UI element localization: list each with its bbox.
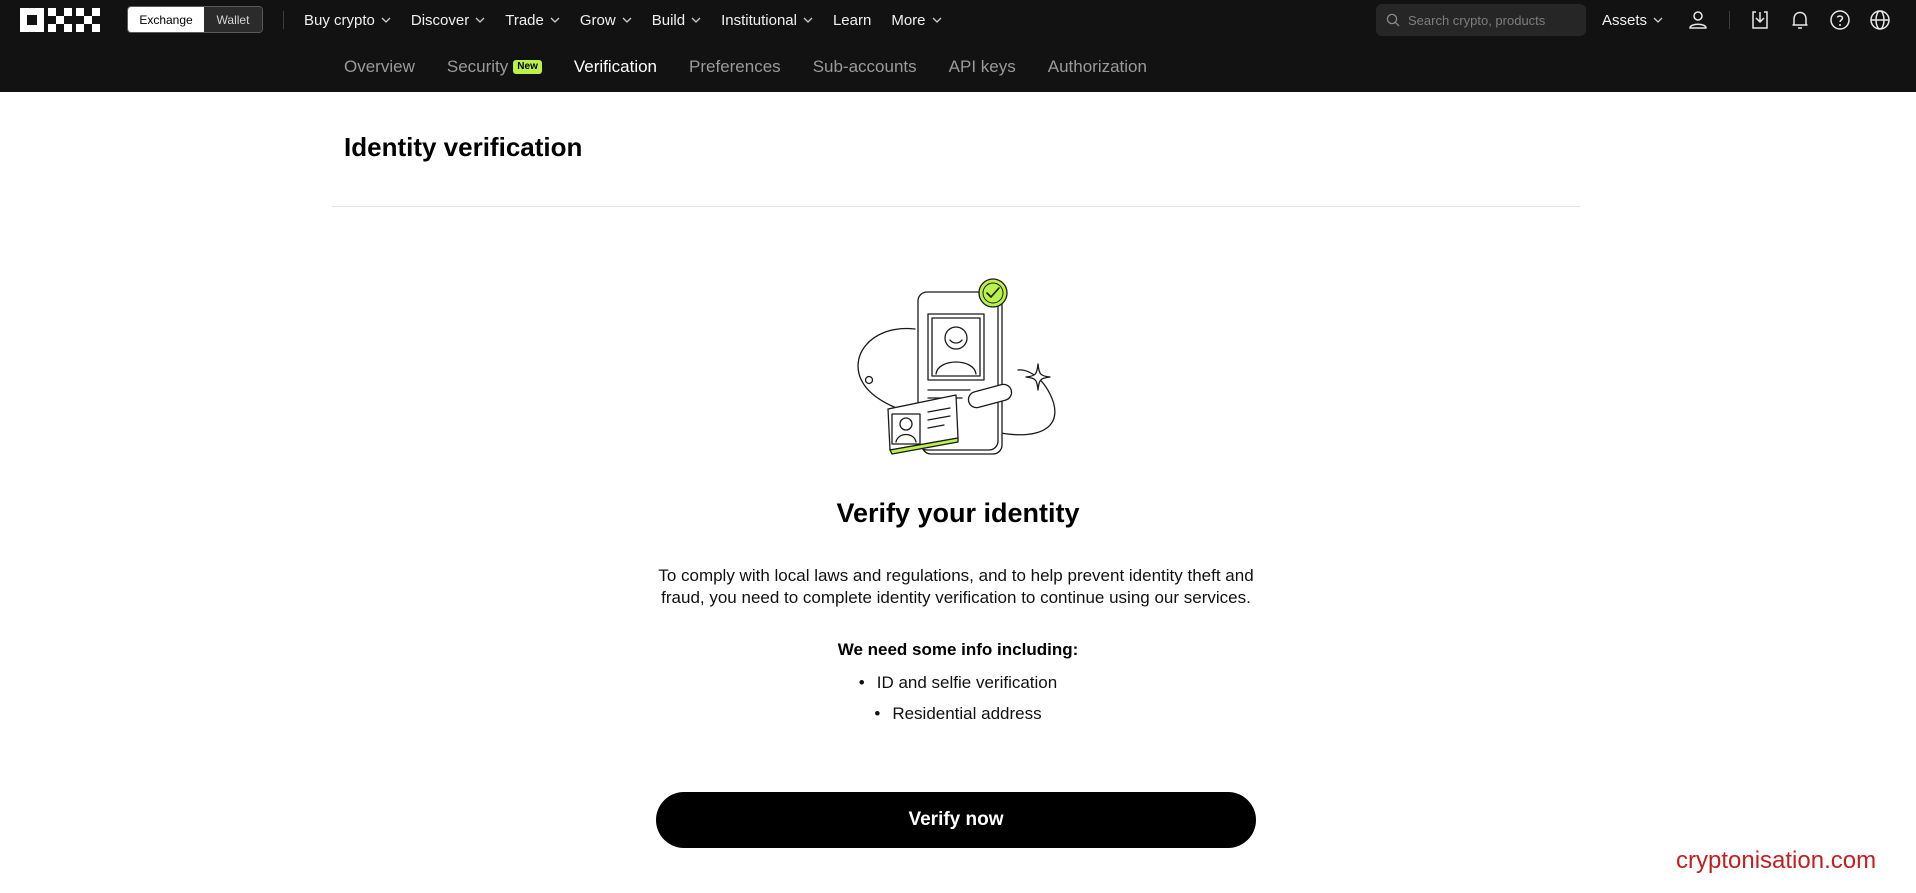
help-icon[interactable]: [1828, 8, 1852, 32]
nav-trade[interactable]: Trade: [505, 12, 560, 29]
tab-preferences[interactable]: Preferences: [689, 57, 781, 77]
requirement-text: ID and selfie verification: [876, 673, 1058, 692]
nav-label: Grow: [579, 11, 616, 29]
assets-menu[interactable]: Assets: [1602, 0, 1663, 40]
nav-grow[interactable]: Grow: [580, 12, 632, 29]
nav-label: Discover: [410, 11, 470, 29]
verification-description: To comply with local laws and regulation…: [658, 566, 1254, 607]
identity-verification-illustration: [857, 278, 1056, 455]
nav-institutional[interactable]: Institutional: [721, 12, 813, 29]
info-heading: We need some info including:: [837, 640, 1079, 659]
chevron-down-icon: [550, 17, 560, 23]
nav-discover[interactable]: Discover: [411, 12, 485, 29]
tab-label: Security: [446, 57, 509, 76]
bullet-icon: •: [874, 704, 881, 723]
tab-verification[interactable]: Verification: [574, 57, 657, 77]
tab-sub-accounts[interactable]: Sub-accounts: [813, 57, 917, 77]
nav-learn[interactable]: Learn: [833, 12, 871, 29]
watermark-text: cryptonisation.com: [1676, 847, 1877, 874]
globe-icon[interactable]: [1868, 8, 1892, 32]
new-badge: New: [513, 60, 542, 74]
page-title: Identity verification: [344, 132, 583, 162]
chevron-down-icon: [803, 17, 813, 23]
nav-more[interactable]: More: [891, 12, 941, 29]
search-box[interactable]: [1376, 4, 1586, 36]
requirement-item: • ID and selfie verification: [0, 673, 1916, 693]
nav-build[interactable]: Build: [652, 12, 701, 29]
account-subnav: Overview Security New Verification Prefe…: [344, 54, 1179, 80]
top-navigation-bar: Exchange Wallet Buy crypto Discover Trad…: [0, 0, 1916, 92]
exchange-wallet-toggle: Exchange Wallet: [127, 6, 263, 33]
divider: [283, 11, 284, 29]
nav-label: More: [891, 11, 926, 29]
main-nav: Buy crypto Discover Trade Grow Build Ins…: [304, 0, 962, 40]
nav-label: Buy crypto: [304, 11, 375, 29]
bullet-icon: •: [858, 673, 865, 692]
bell-icon[interactable]: [1788, 8, 1812, 32]
nav-label: Institutional: [721, 11, 797, 29]
user-icon[interactable]: [1686, 8, 1710, 32]
nav-label: Build: [651, 11, 686, 29]
tab-authorization[interactable]: Authorization: [1048, 57, 1147, 77]
section-divider: [332, 206, 1580, 207]
tab-api-keys[interactable]: API keys: [949, 57, 1016, 77]
assets-label: Assets: [1602, 11, 1648, 29]
download-icon[interactable]: [1748, 8, 1772, 32]
chevron-down-icon: [932, 17, 941, 23]
divider: [1729, 11, 1730, 29]
chevron-down-icon: [691, 17, 701, 23]
tab-overview[interactable]: Overview: [344, 57, 415, 77]
verify-now-button[interactable]: Verify now: [656, 792, 1256, 848]
exchange-tab[interactable]: Exchange: [128, 7, 204, 32]
chevron-down-icon: [622, 17, 632, 23]
requirement-text: Residential address: [892, 704, 1042, 723]
chevron-down-icon: [381, 17, 391, 23]
chevron-down-icon: [475, 17, 485, 23]
okx-logo[interactable]: [20, 8, 100, 32]
nav-label: Learn: [832, 11, 872, 29]
search-icon: [1386, 13, 1400, 27]
requirement-item: • Residential address: [0, 704, 1916, 724]
nav-label: Trade: [505, 11, 544, 29]
chevron-down-icon: [1653, 17, 1663, 23]
wallet-tab[interactable]: Wallet: [204, 7, 262, 32]
tab-security[interactable]: Security New: [447, 57, 542, 77]
search-input[interactable]: [1406, 11, 1580, 29]
nav-buy-crypto[interactable]: Buy crypto: [304, 12, 391, 29]
verify-heading: Verify your identity: [836, 498, 1080, 528]
